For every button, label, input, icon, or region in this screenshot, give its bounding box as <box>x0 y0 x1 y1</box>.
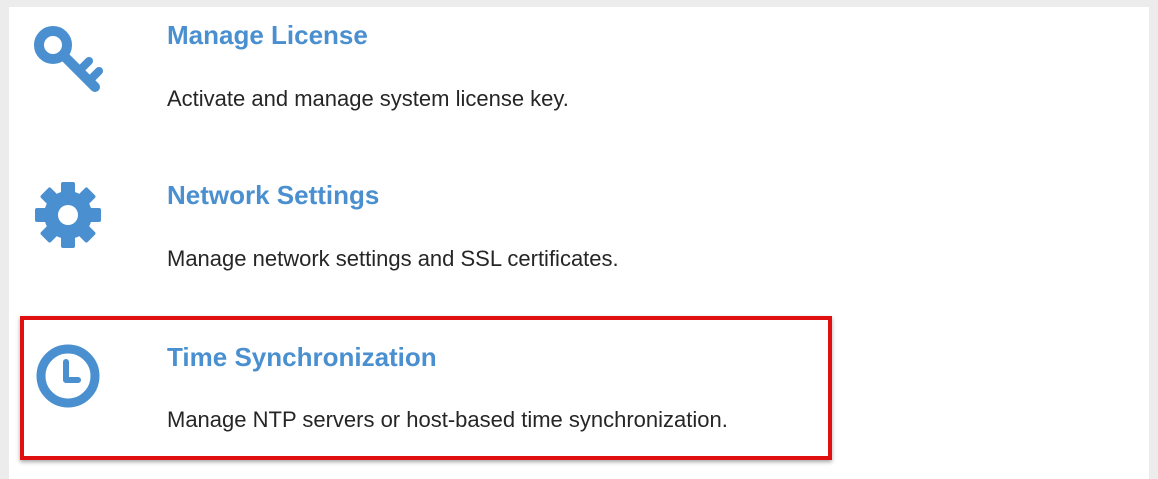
settings-item-manage-license[interactable]: Manage License Activate and manage syste… <box>9 7 829 157</box>
manage-license-link[interactable]: Manage License <box>167 20 368 51</box>
clock-icon[interactable] <box>31 339 105 413</box>
gear-icon[interactable] <box>31 178 105 252</box>
time-synchronization-link[interactable]: Time Synchronization <box>167 342 437 373</box>
manage-license-description: Activate and manage system license key. <box>167 86 569 111</box>
key-icon[interactable] <box>31 23 105 97</box>
settings-item-time-synchronization[interactable]: Time Synchronization Manage NTP servers … <box>9 327 829 477</box>
time-synchronization-description: Manage NTP servers or host-based time sy… <box>167 407 728 432</box>
settings-panel: Manage License Activate and manage syste… <box>9 7 1149 479</box>
network-settings-link[interactable]: Network Settings <box>167 180 379 211</box>
network-settings-description: Manage network settings and SSL certific… <box>167 246 619 271</box>
settings-item-network-settings[interactable]: Network Settings Manage network settings… <box>9 167 829 317</box>
